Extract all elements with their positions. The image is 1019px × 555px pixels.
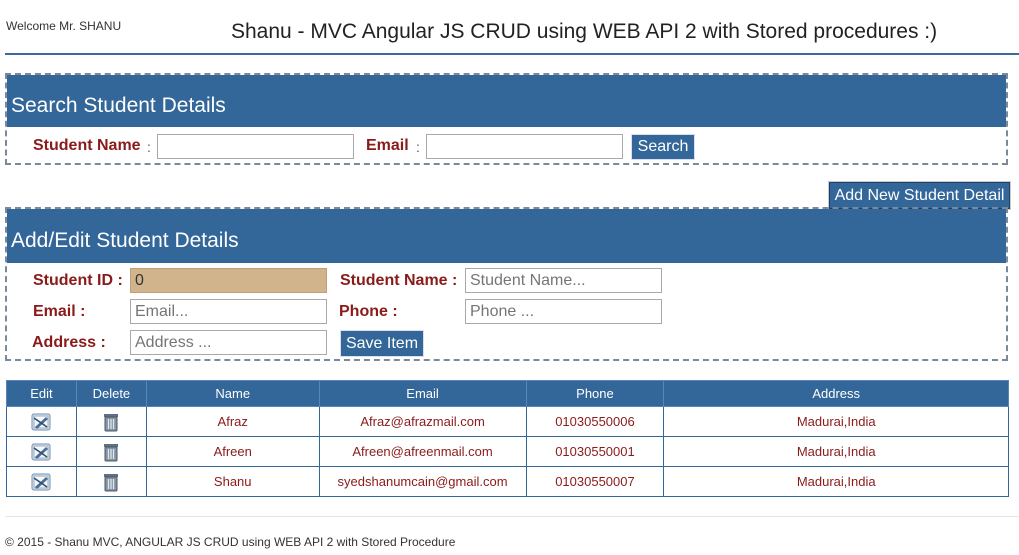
cell-phone: 01030550006 (525, 406, 665, 437)
search-student-name-input[interactable] (157, 134, 354, 159)
cell-email: Afraz@afrazmail.com (318, 406, 527, 437)
column-header-address: Address (663, 380, 1009, 407)
cell-phone: 01030550007 (525, 466, 665, 497)
phone-input[interactable] (465, 299, 662, 324)
title-divider (5, 53, 1019, 55)
footer-text: © 2015 - Shanu MVC, ANGULAR JS CRUD usin… (5, 535, 456, 549)
search-email-input[interactable] (426, 134, 623, 159)
student-id-field[interactable] (130, 268, 327, 293)
column-header-phone: Phone (525, 380, 665, 407)
column-header-edit: Edit (6, 380, 77, 407)
cell-name: Shanu (145, 466, 320, 497)
student-table: Edit Delete Name Email Phone Address Afr… (6, 380, 1009, 497)
delete-icon[interactable] (101, 442, 121, 462)
edit-icon[interactable] (31, 412, 51, 432)
delete-icon[interactable] (101, 472, 121, 492)
search-email-label: Email (366, 137, 409, 154)
save-item-button[interactable]: Save Item (340, 330, 424, 357)
footer-divider (5, 516, 1019, 517)
table-header-row: Edit Delete Name Email Phone Address (6, 380, 1009, 407)
search-panel-heading: Search Student Details (7, 75, 1006, 127)
cell-name: Afreen (145, 436, 320, 467)
edit-icon[interactable] (31, 442, 51, 462)
email-label: Email : (33, 303, 86, 320)
table-row: Shanu syedshanumcain@gmail.com 010305500… (6, 466, 1009, 497)
cell-name: Afraz (145, 406, 320, 437)
column-header-delete: Delete (75, 380, 147, 407)
cell-phone: 01030550001 (525, 436, 665, 467)
page-title: Shanu - MVC Angular JS CRUD using WEB AP… (231, 20, 938, 43)
student-name-input[interactable] (465, 268, 662, 293)
table-row: Afraz Afraz@afrazmail.com 01030550006 Ma… (6, 406, 1009, 437)
column-header-email: Email (318, 380, 527, 407)
cell-address: Madurai,India (663, 436, 1009, 467)
welcome-text: Welcome Mr. SHANU (6, 19, 122, 33)
cell-email: Afreen@afreenmail.com (318, 436, 527, 467)
search-name-colon: : (147, 139, 151, 155)
table-row: Afreen Afreen@afreenmail.com 01030550001… (6, 436, 1009, 467)
student-id-label: Student ID : (33, 272, 123, 289)
delete-icon[interactable] (101, 412, 121, 432)
phone-label: Phone : (339, 303, 398, 320)
cell-address: Madurai,India (663, 406, 1009, 437)
search-button[interactable]: Search (631, 134, 695, 160)
column-header-name: Name (145, 380, 320, 407)
cell-address: Madurai,India (663, 466, 1009, 497)
address-input[interactable] (130, 330, 327, 355)
search-student-name-label: Student Name (33, 137, 141, 154)
cell-email: syedshanumcain@gmail.com (318, 466, 527, 497)
edit-panel-heading: Add/Edit Student Details (7, 209, 1006, 263)
edit-icon[interactable] (31, 472, 51, 492)
email-input[interactable] (130, 299, 327, 324)
student-name-label: Student Name : (340, 272, 458, 289)
address-label: Address : (32, 334, 106, 351)
add-new-student-button[interactable]: Add New Student Detail (828, 181, 1011, 210)
search-email-colon: : (416, 139, 420, 155)
